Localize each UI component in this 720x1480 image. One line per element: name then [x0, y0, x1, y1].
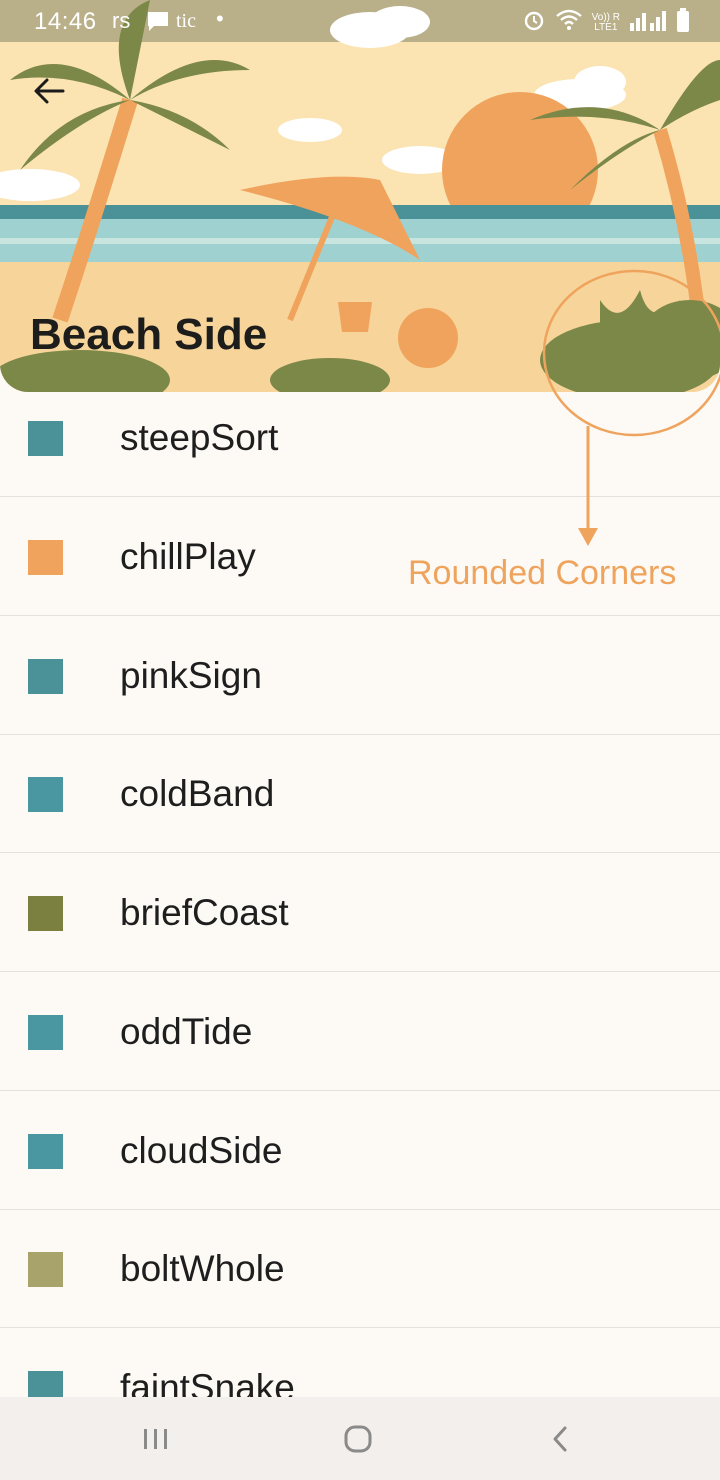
list-item-label: briefCoast: [120, 892, 289, 933]
system-back-button[interactable]: [530, 1417, 590, 1461]
list-item-label: steepSort: [120, 417, 279, 458]
color-swatch: [28, 1252, 63, 1288]
status-carrier-extra: tic: [176, 10, 196, 32]
back-button[interactable]: [24, 66, 74, 116]
app-bar: 14:46 rs tic • Vo)) R LTE1 Beach Side: [0, 0, 720, 392]
color-swatch: [28, 1133, 63, 1169]
list-item-label: pinkSign: [120, 654, 262, 696]
volte-indicator: Vo)) R LTE1: [592, 13, 620, 33]
list-item[interactable]: steepSort: [0, 379, 720, 497]
list-item-label: faintSnake: [120, 1367, 295, 1397]
color-swatch: [28, 1371, 63, 1397]
navigation-bar: [0, 1397, 720, 1480]
list-item[interactable]: faintSnake: [0, 1329, 720, 1397]
recents-button[interactable]: [126, 1417, 186, 1461]
list-item-label: cloudSide: [120, 1129, 283, 1171]
status-time: 14:46: [34, 8, 97, 35]
home-button[interactable]: [328, 1417, 388, 1461]
battery-icon: [676, 8, 690, 38]
back-icon: [553, 1426, 567, 1452]
list-item-label: coldBand: [120, 773, 275, 815]
color-swatch: [28, 539, 63, 575]
list-item[interactable]: boltWhole: [0, 1210, 720, 1329]
list-item-label: oddTide: [120, 1010, 253, 1052]
color-swatch: [28, 1014, 63, 1050]
message-icon: [146, 10, 170, 38]
list-item-label: boltWhole: [120, 1248, 285, 1290]
page-title: Beach Side: [30, 310, 268, 359]
lte-label: LTE1: [594, 22, 618, 33]
color-swatch: [28, 777, 63, 813]
alarm-icon: [522, 8, 546, 38]
status-icons: Vo)) R LTE1: [522, 8, 690, 38]
list-item[interactable]: pinkSign: [0, 617, 720, 735]
recents-icon: [144, 1429, 167, 1449]
home-icon: [344, 1425, 372, 1453]
status-bar: 14:46 rs tic • Vo)) R LTE1: [0, 0, 720, 42]
list-item[interactable]: coldBand: [0, 735, 720, 854]
status-carrier: rs: [112, 8, 131, 33]
status-dot: •: [216, 6, 224, 31]
list-item[interactable]: oddTide: [0, 973, 720, 1091]
list-item-label: chillPlay: [120, 535, 256, 577]
color-swatch: [28, 896, 63, 931]
list-item[interactable]: cloudSide: [0, 1092, 720, 1210]
color-list: steepSort chillPlay pinkSign coldBand briefC…: [0, 379, 720, 1397]
list-item[interactable]: briefCoast: [0, 854, 720, 972]
annotation-label: Rounded Corners: [408, 554, 677, 592]
color-swatch: [28, 658, 63, 694]
color-swatch: [28, 421, 63, 456]
arrow-back-icon: [34, 78, 65, 104]
signal-icon: [630, 9, 666, 37]
wifi-icon: [555, 9, 582, 37]
